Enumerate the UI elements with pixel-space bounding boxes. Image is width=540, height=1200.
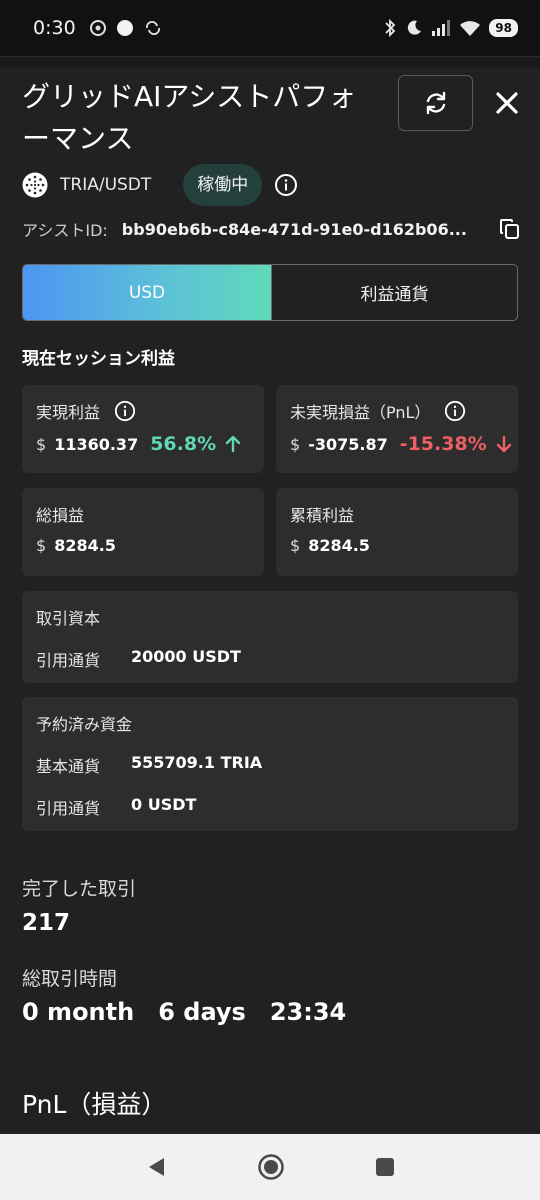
toggle-profit-currency[interactable]: 利益通貨 — [271, 265, 517, 320]
close-button[interactable] — [490, 86, 524, 120]
cumulative-profit-card: 累積利益 $ 8284.5 — [276, 488, 518, 576]
currency-symbol: $ — [36, 435, 47, 454]
cumulative-profit-label: 累積利益 — [290, 506, 355, 525]
home-icon[interactable] — [257, 1153, 285, 1181]
unrealized-pnl-percent: -15.38% — [399, 433, 487, 455]
toggle-usd[interactable]: USD — [23, 265, 271, 320]
section-title-session: 現在セッション利益 — [22, 349, 175, 369]
unrealized-pnl-card: 未実現損益（PnL） $ -3075.87 -15.38% — [276, 385, 518, 473]
status-time: 0:30 — [33, 17, 76, 39]
recents-icon[interactable] — [375, 1157, 395, 1177]
total-pnl-label: 総損益 — [36, 506, 85, 525]
currency-symbol: $ — [290, 536, 301, 555]
trading-capital-label: 取引資本 — [36, 609, 101, 628]
realized-profit-card: 実現利益 $ 11360.37 56.8% — [22, 385, 264, 473]
copy-icon[interactable] — [498, 217, 522, 241]
total-trading-time-value: 0 month 6 days 23:34 — [22, 998, 346, 1026]
info-icon[interactable] — [444, 400, 466, 422]
battery-indicator: 98 — [489, 19, 518, 37]
realized-profit-value: 11360.37 — [54, 435, 139, 454]
pnl-section-title: PnL（損益） — [22, 1090, 167, 1119]
duration-time: 23:34 — [269, 998, 347, 1026]
assist-id-label: アシストID: — [22, 221, 108, 240]
page-title: グリッドAIアシストパフォーマンス — [22, 80, 357, 155]
sync-icon — [145, 21, 160, 35]
currency-toggle: USD 利益通貨 — [22, 264, 518, 321]
info-icon[interactable] — [274, 173, 298, 197]
arrow-down-icon — [496, 435, 511, 453]
status-bar: 0:30 98 — [0, 0, 540, 56]
coin-logo-icon — [22, 172, 48, 198]
realized-profit-label: 実現利益 — [36, 403, 101, 422]
trading-pair: TRIA/USDT — [60, 175, 152, 195]
total-pnl-card: 総損益 $ 8284.5 — [22, 488, 264, 576]
base-currency-label: 基本通貨 — [36, 757, 101, 776]
completed-trades-value: 217 — [22, 910, 71, 936]
assist-id-value: bb90eb6b-c84e-471d-91e0-d162b06... — [121, 219, 467, 239]
refresh-button[interactable] — [398, 75, 473, 131]
moon-icon — [408, 20, 422, 35]
quote-currency-value: 20000 USDT — [131, 647, 241, 666]
currency-symbol: $ — [36, 536, 47, 555]
assist-id-row: アシストID: bb90eb6b-c84e-471d-91e0-d162b06.… — [22, 214, 522, 244]
chrome-icon — [89, 20, 106, 36]
arrow-up-icon — [225, 435, 241, 453]
unrealized-pnl-value: -3075.87 — [308, 435, 388, 454]
reserved-funds-card: 予約済み資金 基本通貨 555709.1 TRIA 引用通貨 0 USDT — [22, 697, 518, 831]
signal-icon — [432, 20, 451, 36]
quote-currency-value: 0 USDT — [131, 795, 197, 814]
duration-months: 0 month — [22, 998, 135, 1026]
currency-symbol: $ — [290, 435, 301, 454]
reserved-funds-label: 予約済み資金 — [36, 715, 133, 734]
quote-currency-label: 引用通貨 — [36, 651, 101, 670]
bluetooth-icon — [385, 18, 396, 38]
trading-capital-card: 取引資本 引用通貨 20000 USDT — [22, 591, 518, 683]
refresh-icon — [426, 91, 445, 115]
total-trading-time-label: 総取引時間 — [22, 968, 118, 990]
unrealized-pnl-label: 未実現損益（PnL） — [290, 403, 431, 422]
close-icon — [496, 92, 518, 114]
cumulative-profit-value: 8284.5 — [308, 536, 370, 555]
pair-row: TRIA/USDT 稼働中 — [22, 163, 298, 207]
wifi-icon — [460, 21, 481, 36]
record-dot-icon — [116, 20, 133, 36]
total-pnl-value: 8284.5 — [54, 536, 116, 555]
dialog-edge — [0, 56, 540, 68]
duration-days: 6 days — [158, 998, 246, 1026]
status-badge: 稼働中 — [183, 164, 263, 206]
realized-profit-percent: 56.8% — [150, 433, 217, 455]
completed-trades-label: 完了した取引 — [22, 878, 137, 900]
back-icon[interactable] — [145, 1156, 167, 1178]
quote-currency-label: 引用通貨 — [36, 799, 101, 818]
info-icon[interactable] — [114, 400, 136, 422]
system-nav-bar — [0, 1134, 540, 1200]
base-currency-value: 555709.1 TRIA — [131, 753, 263, 772]
